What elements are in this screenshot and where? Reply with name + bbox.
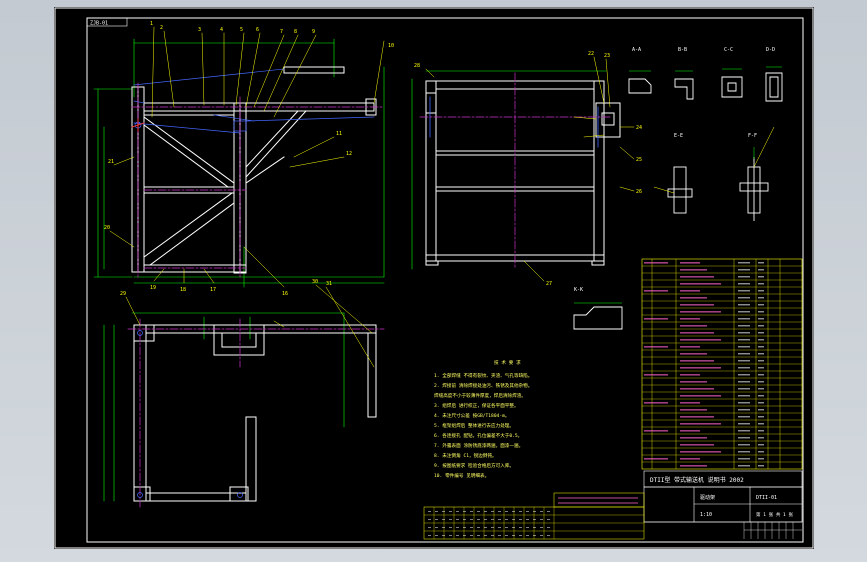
section-label: D-D <box>766 47 775 53</box>
note-line: 5. 框架组焊后 整体进行去应力处理。 <box>434 422 514 429</box>
svg-text:24: 24 <box>636 125 642 131</box>
svg-text:17: 17 <box>210 287 216 293</box>
note-line: 3. 组焊后 进行校正，保证各平面平整。 <box>434 402 519 409</box>
section-label: C-C <box>724 47 733 53</box>
note-line: 8. 未注倒角 C1，锐边倒钝。 <box>434 452 497 459</box>
svg-text:28: 28 <box>414 63 420 69</box>
svg-text:20: 20 <box>104 225 110 231</box>
svg-text:22: 22 <box>588 51 594 57</box>
svg-text:21: 21 <box>108 159 114 165</box>
svg-text:3: 3 <box>198 27 201 33</box>
svg-text:8: 8 <box>294 29 297 35</box>
section-details: A-A B-B C-C D-D E-E F-F K-K <box>573 47 783 330</box>
title-project: DTII型 带式输送机 说明书 2002 <box>650 476 744 484</box>
svg-text:9: 9 <box>312 29 315 35</box>
svg-text:27: 27 <box>546 281 552 287</box>
svg-text:11: 11 <box>336 131 342 137</box>
notes-title: 技 术 要 求 <box>494 359 521 366</box>
note-line: 2. 焊接前 清除焊接处油污、铁锈及其他杂物。 <box>434 382 532 389</box>
section-label: F-F <box>748 133 757 139</box>
cad-viewport[interactable]: ZJB-01 1 2 3 4 5 6 7 8 9 10 21 20 19 18 … <box>0 0 867 562</box>
note-line: 焊缝高度不小于较薄件厚度，焊后清除焊渣。 <box>434 392 526 399</box>
svg-text:2: 2 <box>160 25 163 31</box>
svg-text:18: 18 <box>180 287 186 293</box>
corner-tag: ZJB-01 <box>90 21 108 27</box>
section-label: K-K <box>574 287 583 293</box>
svg-text:16: 16 <box>282 291 288 297</box>
svg-text:29: 29 <box>120 291 126 297</box>
svg-text:26: 26 <box>636 189 642 195</box>
drawing-sheet[interactable]: ZJB-01 1 2 3 4 5 6 7 8 9 10 21 20 19 18 … <box>54 7 814 549</box>
title-code: DTII-01 <box>756 495 777 501</box>
technical-notes: 技 术 要 求 1. 全部焊缝 不得有裂纹、夹渣、气孔等缺陷。 2. 焊接前 清除… <box>434 359 532 479</box>
svg-text:1: 1 <box>150 21 153 27</box>
note-line: 10. 零件编号 见明细表。 <box>434 472 489 479</box>
svg-text:30: 30 <box>312 279 318 285</box>
svg-text:31: 31 <box>326 281 332 287</box>
svg-text:23: 23 <box>604 53 610 59</box>
note-line: 7. 外露表面 涂防锈底漆两遍，面漆一遍。 <box>434 442 523 449</box>
title-scale: 1:10 <box>700 512 712 518</box>
cad-drawing: ZJB-01 12 3 4 5 6 7 8 910 2120 19 18 171… <box>54 7 814 549</box>
note-line: 4. 未注尺寸公差 按GB/T1804-m。 <box>434 412 509 419</box>
title-block: DTII型 带式输送机 说明书 2002 驱动架 1:10 DTII-01 第 … <box>423 470 803 540</box>
title-name: 驱动架 <box>700 494 715 501</box>
svg-text:7: 7 <box>280 29 283 35</box>
svg-text:6: 6 <box>256 27 259 33</box>
svg-text:25: 25 <box>636 157 642 163</box>
note-line: 9. 按图纸要求 检验合格后方可入库。 <box>434 462 514 469</box>
side-view: 22 23 24 25 26 27 28 <box>411 51 642 287</box>
top-view: 29 30 31 <box>103 279 385 508</box>
section-label: B-B <box>678 47 687 53</box>
svg-text:10: 10 <box>388 43 394 49</box>
title-sheet: 第 1 张 共 1 张 <box>756 511 793 518</box>
note-line: 1. 全部焊缝 不得有裂纹、夹渣、气孔等缺陷。 <box>434 372 532 379</box>
svg-text:5: 5 <box>240 27 243 33</box>
section-label: E-E <box>674 133 683 139</box>
svg-text:4: 4 <box>220 27 223 33</box>
svg-text:19: 19 <box>150 285 156 291</box>
parts-list <box>641 258 803 470</box>
section-label: A-A <box>632 47 641 53</box>
front-view: 12 34 56 78 910 2120 19 18 1716 1112 <box>93 21 394 297</box>
note-line: 6. 各连接孔 配钻，孔位偏差不大于0.5。 <box>434 432 522 439</box>
svg-text:12: 12 <box>346 151 352 157</box>
